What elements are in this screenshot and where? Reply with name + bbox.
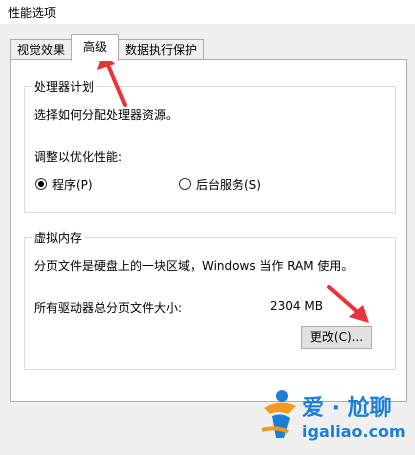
adjust-performance-label: 调整以优化性能:	[34, 150, 123, 164]
processor-description: 选择如何分配处理器资源。	[34, 108, 179, 122]
watermark-logo: 爱 · 尬聊 igaliao.com	[258, 386, 408, 446]
tab-advanced[interactable]: 高级	[71, 34, 119, 61]
watermark-figure-icon	[261, 390, 296, 438]
virtual-memory-group: 虚拟内存 分页文件是硬盘上的一块区域，Windows 当作 RAM 使用。 所有…	[24, 229, 396, 370]
watermark-brand-text: 爱 · 尬聊	[302, 396, 392, 421]
window-title: 性能选项	[8, 6, 57, 20]
background-services-radio-label[interactable]: 后台服务(S)	[196, 176, 261, 193]
tab-strip: 视觉效果 高级 数据执行保护	[0, 34, 415, 61]
processor-scheduling-group: 处理器计划 选择如何分配处理器资源。 调整以优化性能: 程序(P) 后台服务(S…	[24, 78, 396, 213]
programs-radio[interactable]	[35, 178, 47, 190]
change-paging-button[interactable]: 更改(C)...	[301, 326, 372, 349]
tab-visual-effects[interactable]: 视觉效果	[10, 39, 72, 59]
watermark-domain-text: igaliao.com	[302, 422, 406, 441]
tab-data-execution-prevention[interactable]: 数据执行保护	[118, 39, 204, 59]
virtual-memory-description: 分页文件是硬盘上的一块区域，Windows 当作 RAM 使用。	[34, 259, 354, 273]
paging-file-total-value: 2304 MB	[270, 299, 323, 313]
paging-file-total-label: 所有驱动器总分页文件大小:	[34, 301, 183, 315]
background-services-radio[interactable]	[179, 178, 191, 190]
virtual-memory-title: 虚拟内存	[32, 229, 85, 246]
advanced-panel: 处理器计划 选择如何分配处理器资源。 调整以优化性能: 程序(P) 后台服务(S…	[10, 59, 407, 402]
processor-scheduling-title: 处理器计划	[32, 78, 97, 95]
title-bar: 性能选项	[0, 0, 415, 24]
programs-radio-label[interactable]: 程序(P)	[52, 176, 93, 193]
